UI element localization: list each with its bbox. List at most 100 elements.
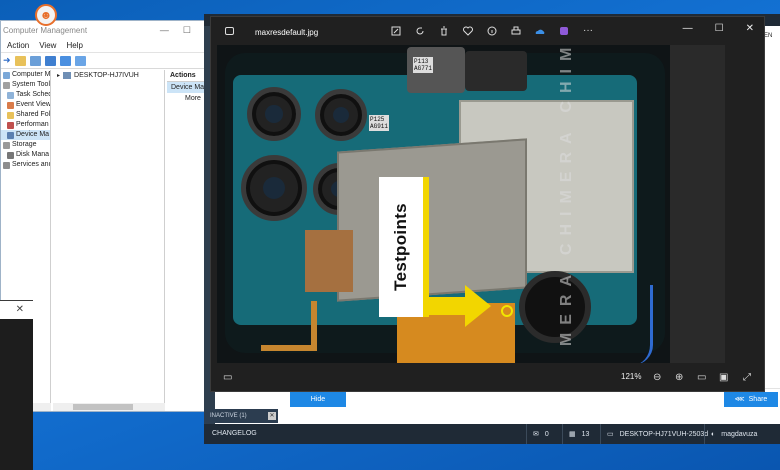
- viewer-side-area: [670, 45, 725, 363]
- fit-window-icon[interactable]: ▭: [697, 372, 706, 383]
- folder-up-icon[interactable]: [14, 55, 26, 66]
- tree-item-disk-management[interactable]: Disk Mana: [1, 150, 50, 160]
- chimera-app-icon[interactable]: ☻: [35, 4, 57, 26]
- top-module: [465, 51, 527, 91]
- language-indicator[interactable]: EN: [764, 33, 772, 39]
- metal-shield: [337, 138, 527, 302]
- hide-button[interactable]: Hide: [290, 392, 346, 407]
- clipchamp-icon[interactable]: [559, 26, 569, 36]
- computer-icon: [3, 71, 10, 79]
- close-icon[interactable]: ✕: [268, 412, 276, 420]
- tree-item-storage[interactable]: Storage: [1, 140, 50, 150]
- chip-label: P113 AG771: [413, 57, 434, 73]
- viewer-toolbar: ···: [391, 26, 593, 36]
- event-log-icon: [7, 101, 14, 109]
- pcb-photo[interactable]: P113 AG771 P125 AG911 MERA CHIMERA CHIME…: [217, 45, 670, 363]
- zoom-level: 121%: [621, 372, 642, 381]
- dark-window: ✕: [0, 300, 33, 470]
- minimize-icon[interactable]: —: [160, 25, 169, 36]
- inactive-tab[interactable]: INACTIVE (1) ✕: [204, 409, 278, 423]
- flex-cable: [261, 301, 317, 351]
- viewer-titlebar: maxresdefault.jpg ··· — ☐ ✕: [211, 17, 764, 45]
- device-manager-icon: [7, 131, 14, 139]
- scrollbar-thumb[interactable]: [73, 404, 133, 410]
- filmstrip-icon[interactable]: ▭: [223, 372, 232, 383]
- device-pane-scrollbar[interactable]: [53, 403, 165, 411]
- testpoints-label: Testpoints: [391, 203, 410, 291]
- tree-item-services[interactable]: Services and A: [1, 160, 50, 170]
- shared-folder-icon: [7, 111, 14, 119]
- minimize-icon[interactable]: —: [683, 23, 693, 34]
- tools-icon: [3, 81, 10, 89]
- tree-item-event-viewer[interactable]: Event View: [1, 100, 50, 110]
- tree-item-shared-folders[interactable]: Shared Fol: [1, 110, 50, 120]
- chip-label: P125 AG911: [369, 115, 390, 131]
- print-icon[interactable]: [511, 26, 521, 36]
- favorite-heart-icon[interactable]: [463, 26, 473, 36]
- changelog-link[interactable]: CHANGELOG: [212, 430, 257, 437]
- maximize-icon[interactable]: ☐: [715, 23, 724, 34]
- disk-icon: [7, 151, 14, 159]
- cm-menubar: Action View Help: [1, 39, 211, 53]
- actual-size-icon[interactable]: ▣: [719, 372, 728, 383]
- photo-viewer-window: maxresdefault.jpg ··· — ☐ ✕ P113 AG771 P…: [210, 16, 765, 392]
- share-icon: ⋘: [734, 396, 745, 403]
- camera-lens: [247, 87, 301, 141]
- help-book-icon[interactable]: [44, 55, 56, 66]
- close-icon[interactable]: ✕: [746, 23, 754, 34]
- zoom-out-icon[interactable]: ⊖: [653, 372, 661, 383]
- device-pane: ▸ DESKTOP-HJ7IVUH: [53, 70, 165, 403]
- fullscreen-icon[interactable]: ⤢: [743, 372, 751, 383]
- machine-indicator[interactable]: ▭ DESKTOP-HJ71VUH-2503d: [600, 424, 708, 444]
- web-app-footer: CHANGELOG ✉ 0 ▦ 13 ▭ DESKTOP-HJ71VUH-2503d …: [204, 424, 780, 444]
- close-icon[interactable]: ✕: [16, 304, 24, 315]
- camera-lens: [315, 89, 367, 141]
- computer-icon: [63, 72, 72, 79]
- properties-icon[interactable]: [59, 55, 71, 66]
- zoom-in-icon[interactable]: ⊕: [675, 372, 683, 383]
- yellow-arrow: [429, 285, 491, 327]
- messages-indicator[interactable]: ✉ 0: [526, 424, 549, 444]
- tree-item-device-manager[interactable]: Device Ma: [1, 130, 50, 140]
- storage-icon: [3, 141, 10, 149]
- console-tree-icon[interactable]: [29, 55, 41, 66]
- onedrive-cloud-icon[interactable]: [535, 26, 545, 36]
- monitor-icon: ▭: [607, 431, 614, 438]
- tree-item-system-tools[interactable]: System Tools: [1, 80, 50, 90]
- viewer-bottom-bar: ▭ 121% ⊖ ⊕ ▭ ▣ ⤢: [211, 363, 764, 393]
- info-icon[interactable]: [487, 26, 497, 36]
- photos-app-icon: [225, 27, 234, 35]
- user-indicator[interactable]: ◐ magdavuza: [704, 424, 757, 444]
- antenna-wire: [623, 285, 653, 363]
- menu-view[interactable]: View: [39, 41, 56, 50]
- edit-icon[interactable]: [391, 26, 401, 36]
- maximize-icon[interactable]: ☐: [183, 25, 191, 36]
- cm-window-controls: — ☐: [160, 25, 191, 36]
- camera-lens: [241, 155, 307, 221]
- rotate-icon[interactable]: [415, 26, 425, 36]
- cm-toolbar: ➜: [1, 53, 211, 69]
- headset-icon: ◐: [711, 430, 716, 438]
- watermark: MERA CHIMERA CHIMERA: [558, 45, 576, 347]
- viewer-filename: maxresdefault.jpg: [255, 28, 319, 37]
- tree-item-computer-management[interactable]: Computer Manag: [1, 70, 50, 80]
- expand-chevron-icon[interactable]: ▸: [57, 72, 60, 79]
- tree-item-performance[interactable]: Performan: [1, 120, 50, 130]
- viewer-window-controls: — ☐ ✕: [683, 23, 754, 34]
- devices-indicator[interactable]: ▦ 13: [562, 424, 589, 444]
- forward-arrow-icon[interactable]: ➜: [3, 55, 11, 66]
- device-node[interactable]: ▸ DESKTOP-HJ7IVUH: [53, 70, 164, 81]
- delete-icon[interactable]: [439, 26, 449, 36]
- mail-icon: ✉: [533, 431, 539, 438]
- monitor-icon[interactable]: [74, 55, 86, 66]
- testpoint-marker: [501, 305, 513, 317]
- performance-icon: [7, 121, 14, 129]
- tree-item-task-scheduler[interactable]: Task Sched: [1, 90, 50, 100]
- devices-icon: ▦: [569, 431, 576, 438]
- cm-title: Computer Management: [3, 25, 88, 35]
- share-button[interactable]: ⋘ Share: [724, 392, 778, 407]
- menu-help[interactable]: Help: [66, 41, 82, 50]
- more-options-icon[interactable]: ···: [583, 26, 593, 36]
- menu-action[interactable]: Action: [7, 41, 29, 50]
- dark-window-titlebar: ✕: [0, 301, 33, 319]
